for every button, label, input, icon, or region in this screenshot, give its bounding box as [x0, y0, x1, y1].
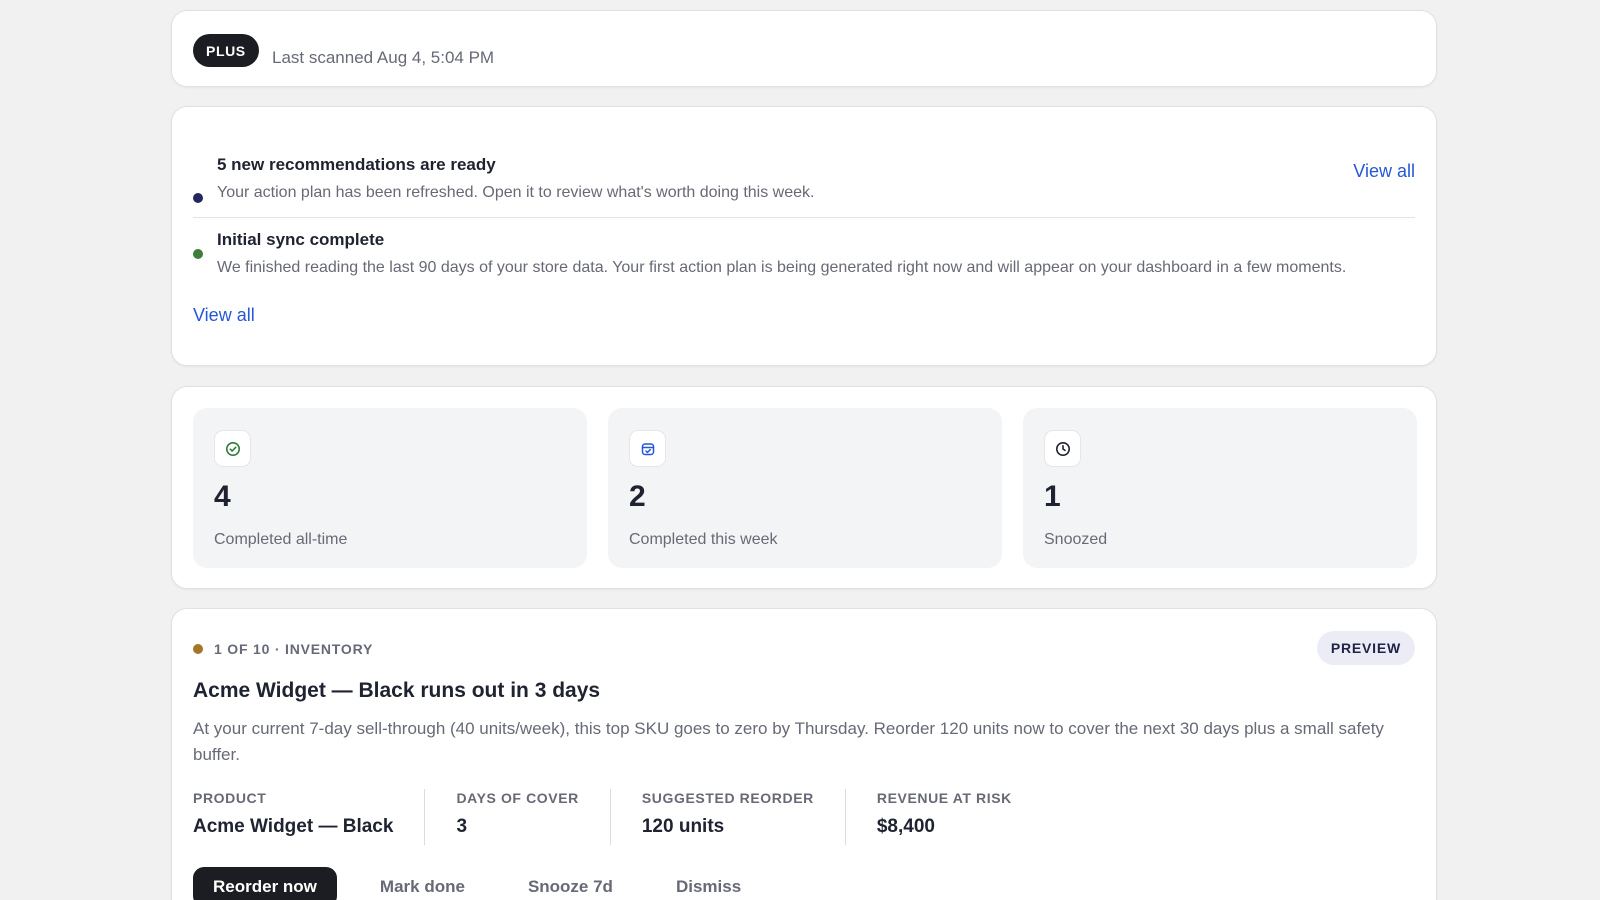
stats-card: 4 Completed all-time 2 Completed this we…: [171, 386, 1437, 589]
stat-label: Completed all-time: [214, 531, 348, 548]
recommendation-title: Acme Widget — Black runs out in 3 days: [193, 679, 601, 702]
notification-item: Initial sync complete We finished readin…: [193, 107, 1415, 276]
recommendation-meta-text: 1 OF 10 · INVENTORY: [214, 641, 374, 657]
metric-suggested-reorder: SUGGESTED REORDER 120 units: [609, 789, 845, 845]
dismiss-button[interactable]: Dismiss: [676, 877, 741, 897]
unread-dot-icon: [193, 193, 203, 203]
metric-label: REVENUE AT RISK: [876, 790, 1012, 806]
notification-title: Initial sync complete: [217, 230, 385, 249]
metric-label: SUGGESTED REORDER: [641, 790, 814, 806]
plan-badge: PLUS: [193, 34, 259, 67]
stat-value: 2: [629, 480, 646, 513]
recommendation-metrics: PRODUCT Acme Widget — Black DAYS OF COVE…: [193, 789, 1043, 845]
mark-done-button[interactable]: Mark done: [380, 877, 465, 897]
stat-snoozed: 1 Snoozed: [1023, 408, 1417, 568]
metric-label: DAYS OF COVER: [456, 790, 579, 806]
snooze-button[interactable]: Snooze 7d: [528, 877, 613, 897]
metric-label: PRODUCT: [193, 790, 267, 806]
recommendation-meta: 1 OF 10 · INVENTORY: [193, 641, 373, 657]
check-circle-icon: [214, 430, 251, 467]
metric-revenue-at-risk: REVENUE AT RISK $8,400: [844, 789, 1043, 845]
stat-value: 1: [1044, 480, 1061, 513]
view-all-notifications-link[interactable]: View all: [193, 305, 255, 326]
reorder-now-button[interactable]: Reorder now: [193, 867, 337, 900]
status-header-card: PLUS Last scanned Aug 4, 5:04 PM: [171, 10, 1437, 87]
metric-value: $8,400: [876, 816, 935, 837]
metric-value: 120 units: [641, 816, 725, 837]
recommendation-card: 1 OF 10 · INVENTORY PREVIEW Acme Widget …: [171, 608, 1437, 900]
stat-completed-this-week: 2 Completed this week: [608, 408, 1002, 568]
recommendation-description: At your current 7-day sell-through (40 u…: [193, 719, 1384, 764]
metric-value: Acme Widget — Black: [193, 816, 394, 837]
calendar-check-icon: [629, 430, 666, 467]
divider: [193, 217, 1415, 218]
notification-body: Your action plan has been refreshed. Ope…: [217, 184, 815, 201]
clock-icon: [1044, 430, 1081, 467]
status-dot-icon: [193, 249, 203, 259]
category-dot-icon: [193, 644, 203, 654]
stat-value: 4: [214, 480, 231, 513]
recommendation-actions: Reorder now Mark done Snooze 7d Dismiss: [193, 867, 741, 900]
metric-value: 3: [456, 816, 468, 837]
preview-badge: PREVIEW: [1316, 631, 1415, 665]
metric-days-of-cover: DAYS OF COVER 3: [424, 789, 609, 845]
notification-body: We finished reading the last 90 days of …: [217, 259, 1347, 276]
stat-label: Snoozed: [1044, 531, 1108, 548]
stat-label: Completed this week: [629, 531, 778, 548]
last-scanned-text: Last scanned Aug 4, 5:04 PM: [272, 48, 495, 67]
stat-completed-all-time: 4 Completed all-time: [193, 408, 587, 568]
notifications-card: 5 new recommendations are ready Your act…: [171, 106, 1437, 366]
metric-product: PRODUCT Acme Widget — Black: [193, 789, 424, 845]
